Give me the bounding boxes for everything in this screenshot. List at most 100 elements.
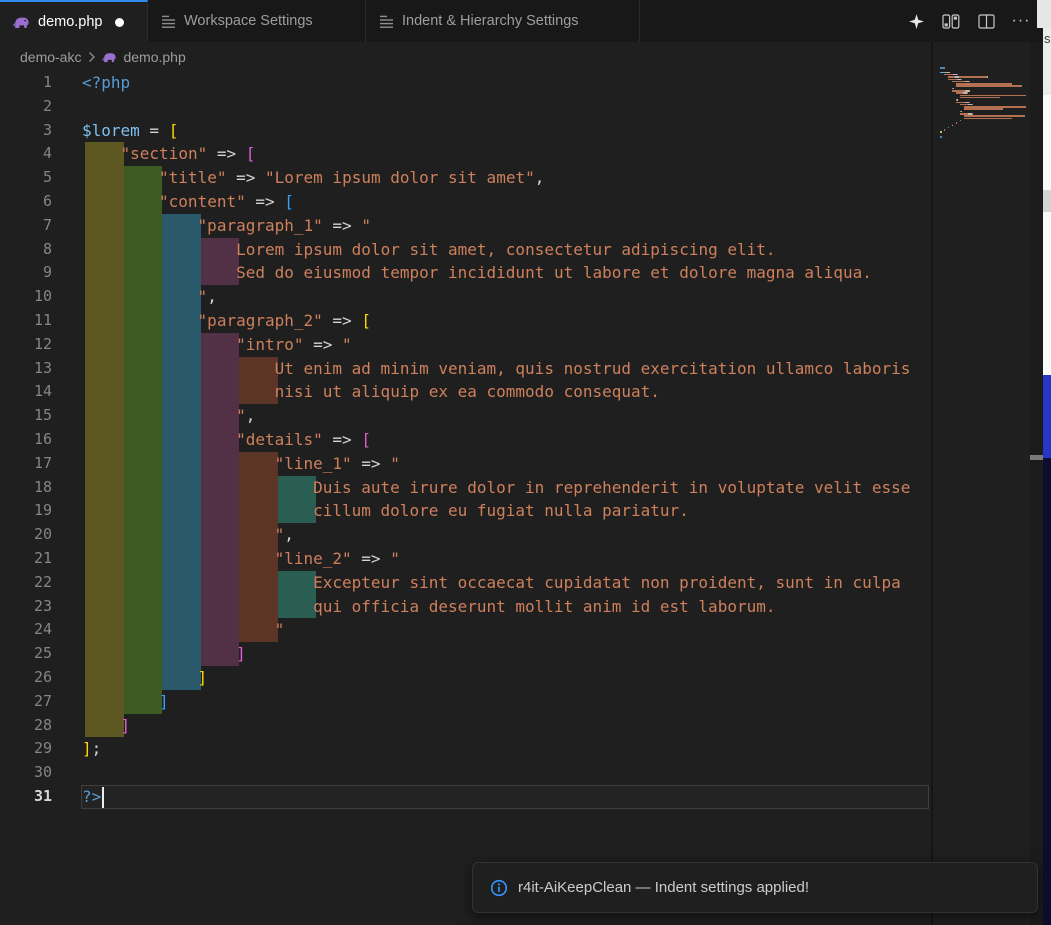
scrollbar-thumb[interactable]: [1030, 455, 1043, 460]
code-line[interactable]: $lorem = [: [82, 119, 178, 143]
code-line[interactable]: ];: [82, 737, 101, 761]
tab-demo-php[interactable]: demo.php: [0, 0, 148, 42]
minimap-line: [941, 131, 942, 133]
line-number[interactable]: 6: [0, 190, 52, 214]
modified-dot-icon[interactable]: [115, 18, 124, 27]
code-line[interactable]: Excepteur sint occaecat cupidatat non pr…: [313, 571, 901, 595]
line-number[interactable]: 12: [0, 333, 52, 357]
code-line[interactable]: ]: [121, 714, 131, 738]
minimap-line: [940, 67, 945, 69]
line-number[interactable]: 24: [0, 618, 52, 642]
indent-guide-block: [162, 214, 201, 690]
code-line[interactable]: "title" => "Lorem ipsum dolor sit amet",: [159, 166, 544, 190]
line-number[interactable]: 3: [0, 119, 52, 143]
line-number[interactable]: 31: [0, 785, 52, 809]
minimap-divider: [931, 42, 933, 925]
line-number[interactable]: 18: [0, 476, 52, 500]
line-number[interactable]: 1: [0, 71, 52, 95]
customize-layout-icon[interactable]: [941, 11, 961, 31]
code-line[interactable]: Ut enim ad minim veniam, quis nostrud ex…: [275, 357, 911, 381]
minimap-line: [959, 76, 987, 78]
line-number[interactable]: 14: [0, 380, 52, 404]
code-line[interactable]: ]: [198, 666, 208, 690]
line-number[interactable]: 17: [0, 452, 52, 476]
adjacent-pane-edge: [1043, 95, 1051, 190]
code-line[interactable]: "paragraph_1" => ": [198, 214, 371, 238]
line-number[interactable]: 15: [0, 404, 52, 428]
code-line[interactable]: "line_2" => ": [275, 547, 400, 571]
line-number[interactable]: 16: [0, 428, 52, 452]
code-line[interactable]: "paragraph_2" => [: [198, 309, 371, 333]
code-line[interactable]: cillum dolore eu fugiat nulla pariatur.: [313, 499, 689, 523]
code-line[interactable]: ": [275, 618, 285, 642]
line-number[interactable]: 28: [0, 714, 52, 738]
line-number[interactable]: 13: [0, 357, 52, 381]
code-line[interactable]: Lorem ipsum dolor sit amet, consectetur …: [236, 238, 775, 262]
line-number[interactable]: 22: [0, 571, 52, 595]
indent-guide-block: [278, 476, 317, 524]
indent-guide-block: [201, 333, 240, 666]
code-line[interactable]: qui officia deserunt mollit anim id est …: [313, 595, 775, 619]
indent-guide-block: [278, 571, 317, 619]
line-number[interactable]: 21: [0, 547, 52, 571]
line-number[interactable]: 7: [0, 214, 52, 238]
indent-guide-block: [201, 238, 240, 286]
code-line[interactable]: Sed do eiusmod tempor incididunt ut labo…: [236, 261, 872, 285]
editor-tab-bar: demo.php Workspace Settings Indent & Hie…: [0, 0, 1051, 42]
copilot-sparkle-icon[interactable]: [906, 11, 926, 31]
indent-guide-block: [85, 142, 124, 737]
minimap-line: [960, 97, 1000, 99]
line-number[interactable]: 30: [0, 761, 52, 785]
line-number[interactable]: 26: [0, 666, 52, 690]
code-line[interactable]: "details" => [: [236, 428, 371, 452]
line-number[interactable]: 5: [0, 166, 52, 190]
line-number[interactable]: 25: [0, 642, 52, 666]
minimap-line: [964, 108, 1003, 110]
line-number[interactable]: 27: [0, 690, 52, 714]
line-number[interactable]: 23: [0, 595, 52, 619]
code-editor[interactable]: 1234567891011121314151617181920212223242…: [0, 0, 1051, 925]
scrollbar-track[interactable]: [1030, 42, 1043, 925]
tab-indent-hierarchy-settings[interactable]: Indent & Hierarchy Settings: [366, 0, 640, 42]
minimap-line: [944, 129, 945, 131]
more-actions-icon[interactable]: ···: [1011, 11, 1031, 31]
line-number[interactable]: 10: [0, 285, 52, 309]
code-line[interactable]: <?php: [82, 71, 130, 95]
code-line[interactable]: nisi ut aliquip ex ea commodo consequat.: [275, 380, 660, 404]
line-number[interactable]: 4: [0, 142, 52, 166]
line-number[interactable]: 20: [0, 523, 52, 547]
minimap-line: [956, 85, 1022, 87]
line-number[interactable]: 11: [0, 309, 52, 333]
indent-guide-block: [239, 452, 278, 642]
code-line[interactable]: ]: [236, 642, 246, 666]
minimap-line: [956, 122, 957, 124]
settings-list-icon: [379, 14, 394, 29]
line-number[interactable]: 2: [0, 95, 52, 119]
minimap-line: [952, 125, 953, 127]
minimap[interactable]: [935, 55, 1030, 920]
line-number[interactable]: 8: [0, 238, 52, 262]
code-line[interactable]: ?>: [82, 785, 101, 809]
notification-message: r4it-AiKeepClean — Indent settings appli…: [518, 879, 809, 896]
minimap-line: [940, 136, 942, 138]
code-line[interactable]: ",: [236, 404, 255, 428]
editor-actions: ···: [906, 0, 1031, 42]
code-line[interactable]: ]: [159, 690, 169, 714]
code-line[interactable]: "content" => [: [159, 190, 294, 214]
notification-toast[interactable]: r4it-AiKeepClean — Indent settings appli…: [472, 862, 1038, 913]
code-line[interactable]: "section" => [: [121, 142, 256, 166]
minimap-line: [987, 76, 988, 78]
split-editor-icon[interactable]: [976, 11, 996, 31]
code-line[interactable]: Duis aute irure dolor in reprehenderit i…: [313, 476, 910, 500]
code-line[interactable]: ",: [198, 285, 217, 309]
adjacent-pane-edge: [1043, 375, 1051, 458]
code-line[interactable]: ",: [275, 523, 294, 547]
line-number[interactable]: 9: [0, 261, 52, 285]
code-line[interactable]: "intro" => ": [236, 333, 352, 357]
tab-workspace-settings[interactable]: Workspace Settings: [148, 0, 366, 42]
line-number[interactable]: 19: [0, 499, 52, 523]
indent-guide-block: [239, 357, 278, 405]
indent-guide-block: [124, 166, 163, 713]
code-line[interactable]: "line_1" => ": [275, 452, 400, 476]
line-number[interactable]: 29: [0, 737, 52, 761]
